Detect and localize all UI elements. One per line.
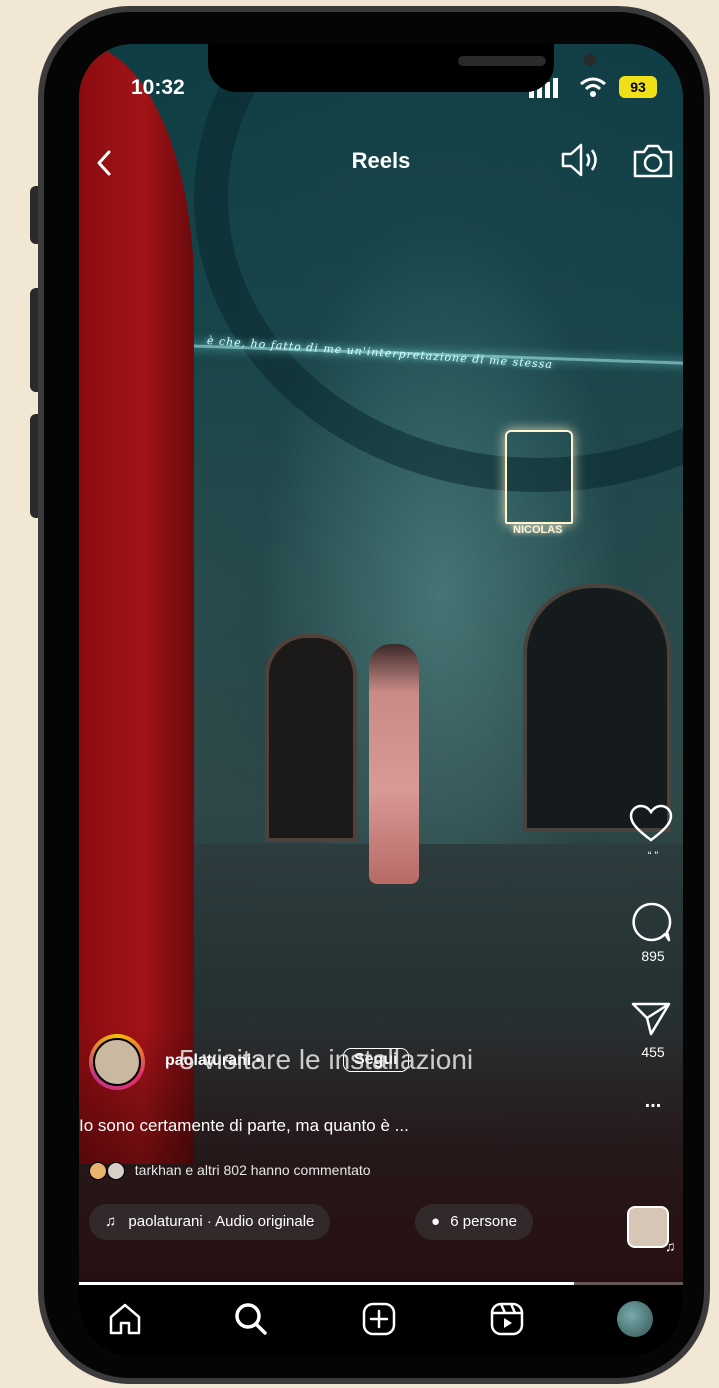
- battery-indicator: 93: [619, 76, 657, 98]
- like-count: “ ”: [647, 850, 659, 862]
- audio-label: paolaturani · Audio originale: [128, 1213, 315, 1230]
- people-label: 6 persone: [450, 1213, 517, 1230]
- search-icon[interactable]: [233, 1301, 269, 1337]
- commenter-avatar: [89, 1162, 107, 1181]
- person-figure: [369, 644, 419, 884]
- neon-sign-label: NICOLAS: [513, 524, 563, 536]
- audio-chip[interactable]: ♫ paolaturani · Audio originale: [89, 1204, 331, 1240]
- video-caption-overlay: 5 visitare le installazioni: [179, 1044, 474, 1075]
- neon-sign: [505, 430, 573, 524]
- status-time: 10:32: [131, 76, 185, 99]
- people-chip[interactable]: ● 6 persone: [415, 1204, 533, 1240]
- comments-summary-text: tarkhan e altri 802 hanno commentato: [134, 1162, 371, 1178]
- reel-screen[interactable]: è che, ho fatto di me un'interpretazione…: [79, 44, 683, 1357]
- speaker-grille: [458, 56, 546, 66]
- profile-avatar[interactable]: [617, 1301, 653, 1337]
- heart-icon[interactable]: [629, 804, 673, 844]
- more-options-icon[interactable]: ...: [623, 1090, 683, 1113]
- comment-icon[interactable]: [629, 900, 673, 944]
- audio-thumbnail[interactable]: [627, 1206, 669, 1248]
- create-icon[interactable]: [361, 1301, 397, 1337]
- red-pillar: [79, 44, 194, 1164]
- action-rail: “ ” 895 455 ...: [623, 804, 679, 1113]
- phone-notch: [208, 44, 596, 92]
- post-caption[interactable]: Io sono certamente di parte, ma quanto è…: [79, 1116, 409, 1136]
- doorway-left: [265, 634, 357, 842]
- music-note-icon: ♫: [105, 1213, 117, 1230]
- reels-icon[interactable]: [489, 1301, 525, 1337]
- wifi-icon: [580, 77, 606, 97]
- status-icons: 93: [529, 76, 669, 100]
- share-count: 455: [641, 1044, 665, 1060]
- doorway-right: [523, 584, 671, 832]
- person-icon: ●: [431, 1213, 441, 1230]
- front-camera: [584, 54, 596, 66]
- music-note-icon: ♫: [665, 1238, 676, 1254]
- comments-summary[interactable]: tarkhan e altri 802 hanno commentato: [89, 1162, 371, 1181]
- commenter-avatar: [106, 1162, 125, 1181]
- speaker-icon[interactable]: [559, 140, 603, 180]
- bottom-nav: [79, 1285, 683, 1357]
- comment-count: 895: [641, 948, 665, 964]
- home-icon[interactable]: [107, 1301, 143, 1337]
- camera-icon[interactable]: [631, 140, 675, 180]
- send-icon[interactable]: [629, 998, 673, 1038]
- avatar-image: [93, 1038, 141, 1086]
- avatar[interactable]: [89, 1034, 145, 1090]
